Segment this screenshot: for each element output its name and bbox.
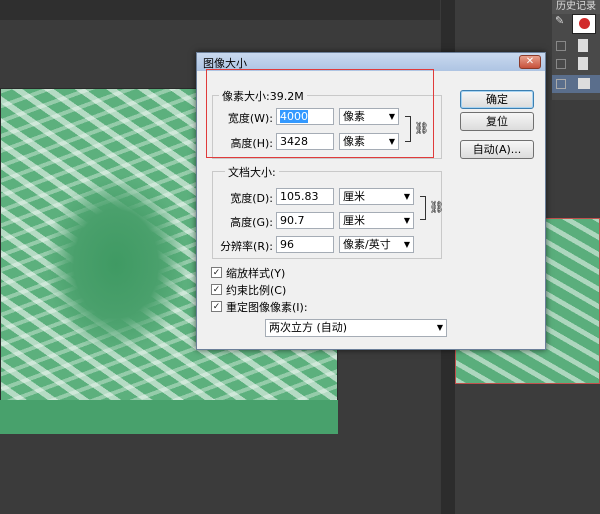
- document-icon: [578, 57, 588, 70]
- doc-width-unit-select[interactable]: 厘米 ▼: [339, 188, 414, 205]
- resample-image-label: 重定图像像素(I):: [226, 301, 308, 314]
- history-snapshot-thumbnail[interactable]: [572, 14, 596, 34]
- chevron-down-icon: ▼: [403, 216, 410, 225]
- resample-method-select[interactable]: 两次立方 (自动) ▼: [265, 319, 447, 337]
- scale-styles-label: 缩放样式(Y): [226, 267, 286, 280]
- resolution-input[interactable]: 96: [276, 236, 334, 253]
- history-checkbox[interactable]: [556, 79, 566, 89]
- doc-constrain-bracket: [420, 196, 426, 220]
- reset-button[interactable]: 复位: [460, 112, 534, 131]
- history-panel-title[interactable]: 历史记录: [552, 0, 600, 14]
- highlight-annotation: [206, 69, 434, 158]
- doc-height-label: 高度(G):: [230, 216, 273, 229]
- close-button[interactable]: ✕: [519, 55, 541, 69]
- scale-styles-checkbox[interactable]: ✓: [211, 267, 222, 278]
- doc-width-label: 宽度(D):: [230, 192, 273, 205]
- doc-height-input[interactable]: 90.7: [276, 212, 334, 229]
- resolution-unit-select[interactable]: 像素/英寸 ▼: [339, 236, 414, 253]
- doc-width-input[interactable]: 105.83: [276, 188, 334, 205]
- chevron-down-icon: ▼: [403, 192, 410, 201]
- constrain-proportions-label: 约束比例(C): [226, 284, 287, 297]
- chevron-down-icon: ▼: [436, 323, 443, 332]
- brush-icon[interactable]: ✎: [555, 14, 569, 28]
- history-row[interactable]: [552, 37, 600, 55]
- chain-link-icon: ⛓: [429, 200, 445, 214]
- history-step-icon: [578, 78, 590, 89]
- chevron-down-icon: ▼: [403, 240, 410, 249]
- snapshot-apple-icon: [579, 18, 590, 29]
- ok-button[interactable]: 确定: [460, 90, 534, 109]
- history-row[interactable]: [552, 55, 600, 73]
- document-size-legend: 文档大小:: [225, 164, 279, 180]
- history-checkbox[interactable]: [556, 41, 566, 51]
- doc-height-unit-select[interactable]: 厘米 ▼: [339, 212, 414, 229]
- document-icon: [578, 39, 588, 52]
- history-row-selected[interactable]: [552, 75, 600, 93]
- history-checkbox[interactable]: [556, 59, 566, 69]
- constrain-proportions-checkbox[interactable]: ✓: [211, 284, 222, 295]
- resample-image-checkbox[interactable]: ✓: [211, 301, 222, 312]
- canvas-image-bottom: [0, 400, 338, 434]
- workspace-top-strip: [0, 0, 440, 20]
- auto-button[interactable]: 自动(A)...: [460, 140, 534, 159]
- resolution-label: 分辨率(R):: [220, 240, 273, 253]
